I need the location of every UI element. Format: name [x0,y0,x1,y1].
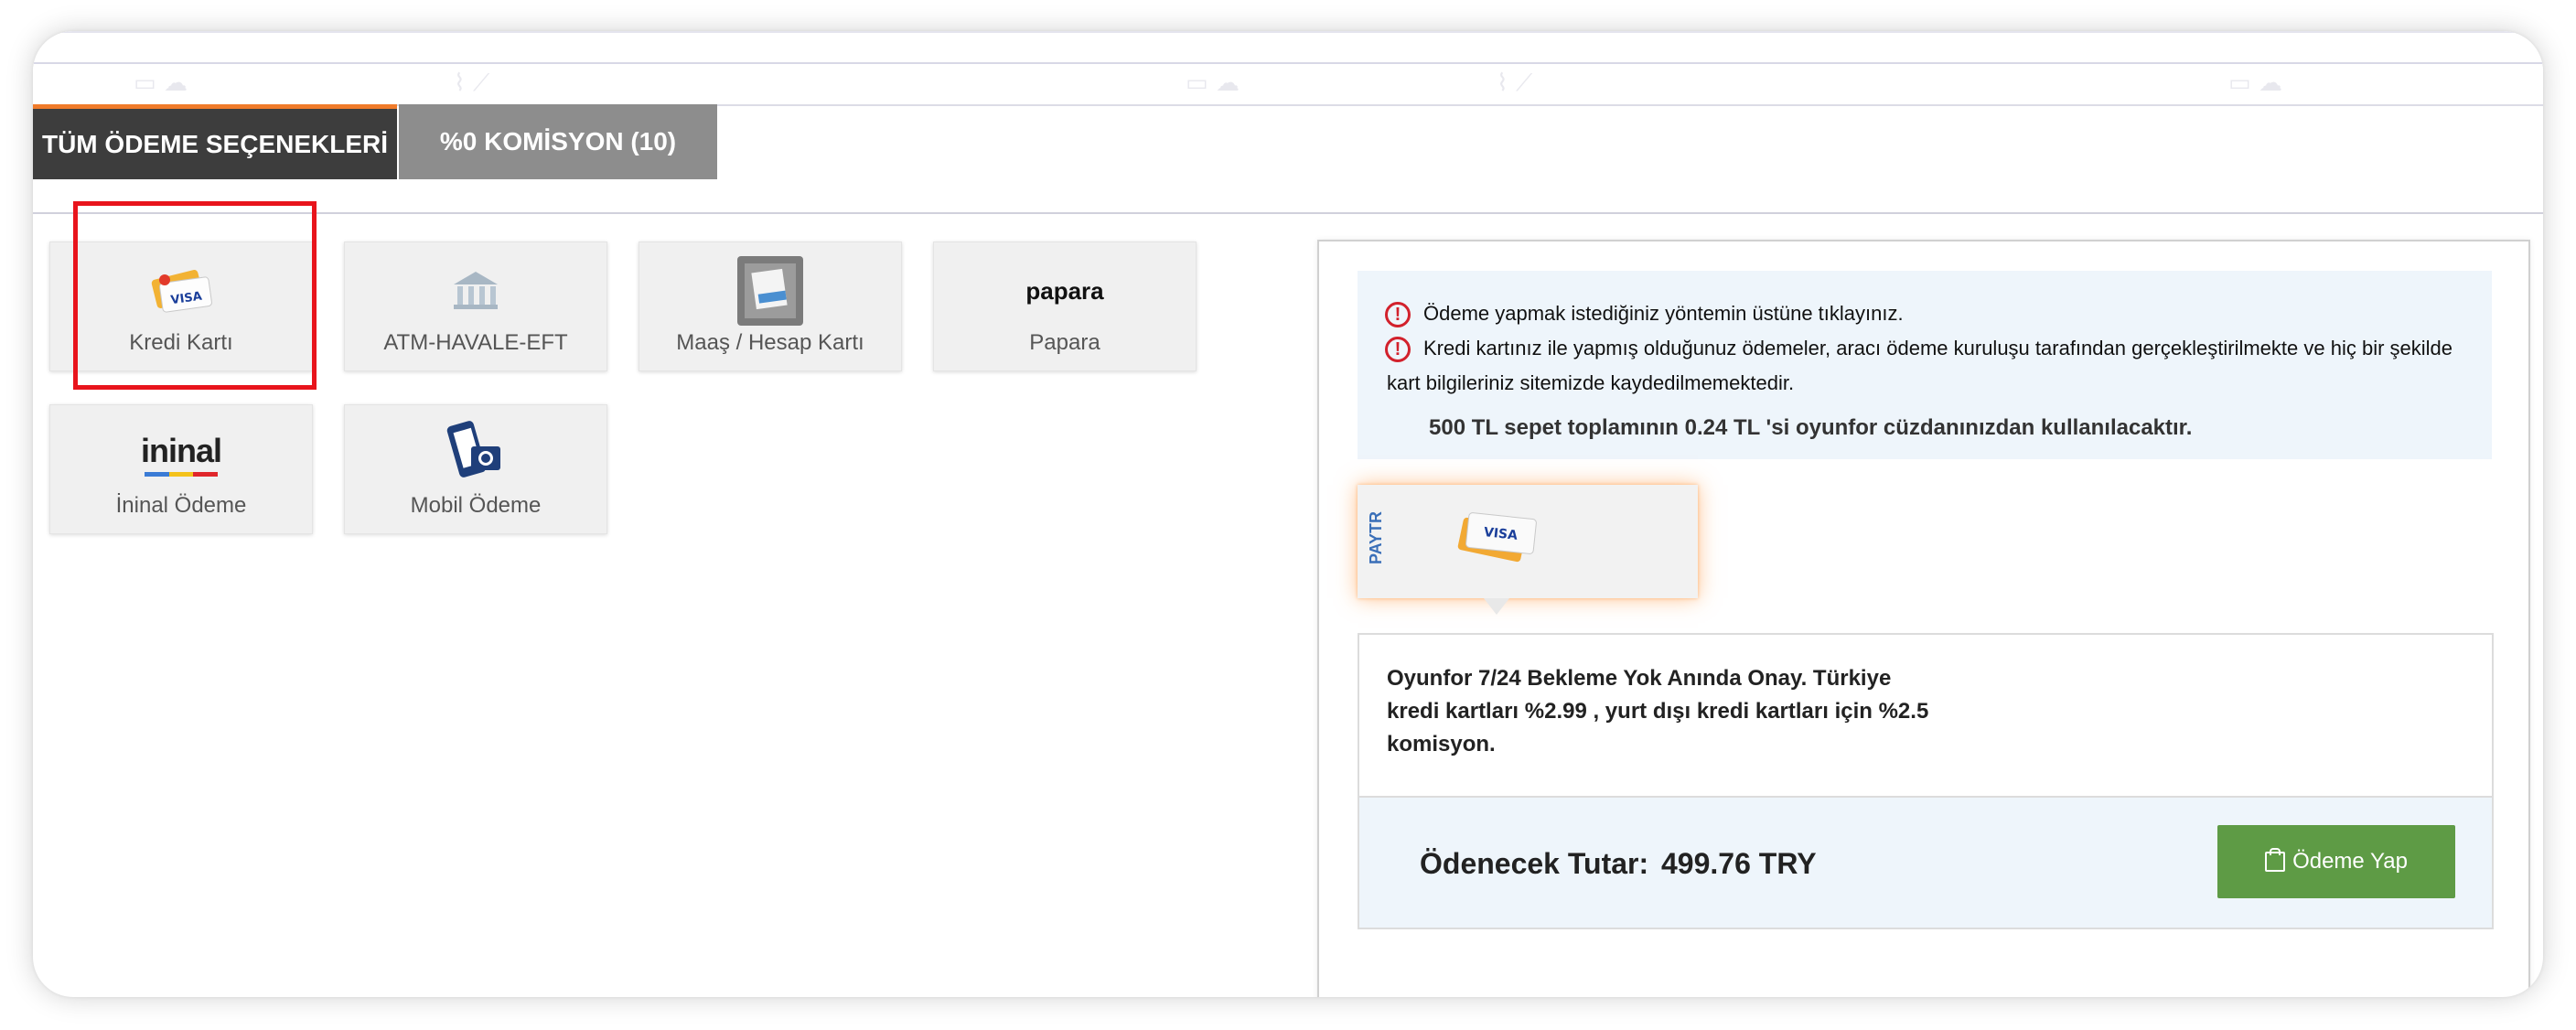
selected-method-highlight [73,201,317,390]
method-atm-havale-eft[interactable]: ATM-HAVALE-EFT [344,241,607,371]
divider [33,62,2543,64]
method-papara[interactable]: papara Papara [933,241,1197,371]
tab-all-payment-options[interactable]: TÜM ÖDEME SEÇENEKLERİ [33,104,397,179]
decorative-pattern-icon: ⌇ ⟋ [1497,70,1533,97]
warning-icon: ! [1385,337,1411,363]
info-box: ! Ödeme yapmak istediğiniz yöntemin üstün… [1358,271,2492,459]
atm-icon [639,256,901,326]
method-label: Papara [1029,330,1100,355]
shopping-bag-icon [2265,848,2286,872]
method-label: Maaş / Hesap Kartı [676,330,864,355]
decorative-pattern-icon: ▭ ☁ [134,70,188,97]
method-label: ATM-HAVALE-EFT [383,330,568,355]
credit-card-icon: VISA [1453,507,1544,575]
method-mobile[interactable]: Mobil Ödeme [344,404,607,534]
payment-tabs: TÜM ÖDEME SEÇENEKLERİ %0 KOMİSYON (10) [33,104,2543,214]
payment-panel: ! Ödeme yapmak istediğiniz yöntemin üstün… [1317,240,2530,997]
total-label: Ödenecek Tutar: [1420,847,1649,880]
bank-icon [345,259,606,323]
decorative-pattern-icon: ▭ ☁ [2228,70,2282,97]
pay-button-label: Ödeme Yap [2292,849,2408,874]
provider-description: Oyunfor 7/24 Bekleme Yok Anında Onay. Tü… [1358,633,2494,798]
total-amount: 499.76 TRY [1661,847,1817,880]
method-ininal[interactable]: ininal İninal Ödeme [49,404,313,534]
ininal-logo: ininal [50,422,312,486]
pay-button[interactable]: Ödeme Yap [2217,825,2455,898]
wallet-notice: 500 TL sepet toplamının 0.24 TL 'si oyun… [1429,415,2193,440]
info-line: ! Kredi kartınız ile yapmış olduğunuz öde… [1385,337,2453,363]
method-salary-card[interactable]: Maaş / Hesap Kartı [639,241,902,371]
papara-logo: papara [1025,276,1104,305]
decorative-pattern-icon: ▭ ☁ [1186,70,1240,97]
method-label: İninal Ödeme [115,493,247,518]
description-text: Oyunfor 7/24 Bekleme Yok Anında Onay. Tü… [1387,666,1929,756]
warning-icon: ! [1385,302,1411,328]
provider-paytr[interactable]: PAYTR VISA [1358,485,1698,598]
tab-zero-commission[interactable]: %0 KOMİSYON (10) [399,104,717,179]
decorative-header-band: ▭ ☁ ⌇ ⟋ ▭ ☁ ⌇ ⟋ ▭ ☁ [33,31,2543,106]
total-bar: Ödenecek Tutar: 499.76 TRY Ödeme Yap [1358,798,2494,929]
provider-pointer [1484,598,1509,615]
paytr-logo: PAYTR [1366,510,1385,565]
decorative-pattern-icon: ⌇ ⟋ [454,70,490,97]
info-line: kart bilgileriniz sitemizde kaydedilmeme… [1387,371,1795,394]
app-window: ▭ ☁ ⌇ ⟋ ▭ ☁ ⌇ ⟋ ▭ ☁ TÜM ÖDEME SEÇENEKLER… [33,31,2543,997]
mobile-payment-icon [345,421,606,486]
method-label: Mobil Ödeme [410,493,542,518]
info-line: ! Ödeme yapmak istediğiniz yöntemin üstün… [1385,302,1904,328]
